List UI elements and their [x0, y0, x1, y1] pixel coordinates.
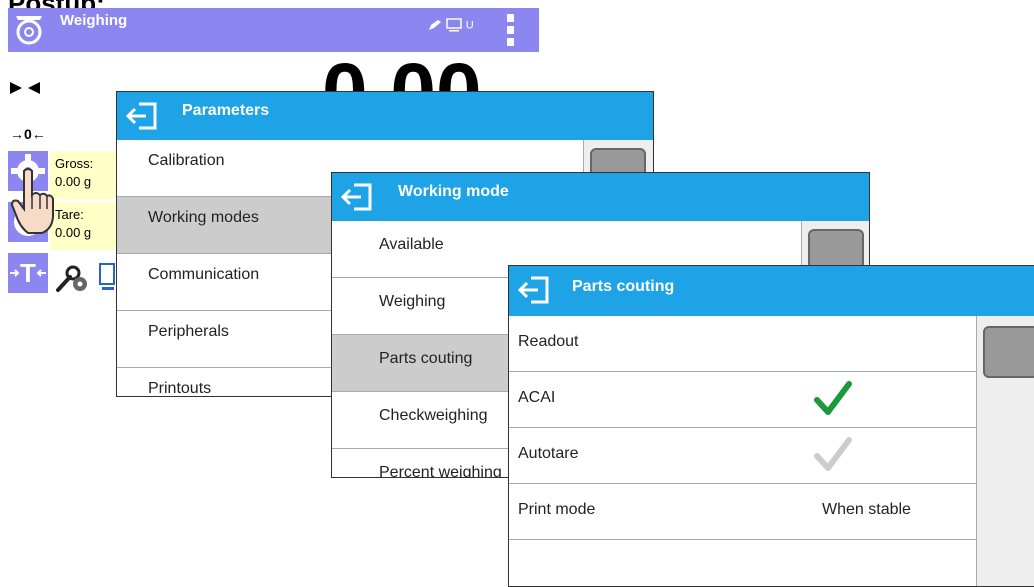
- setting-label: Autotare: [518, 445, 579, 462]
- device-icon[interactable]: [98, 262, 118, 294]
- back-icon[interactable]: [125, 100, 159, 132]
- working-mode-title-bar: Working mode: [332, 173, 869, 221]
- hand-pointer-icon: [10, 168, 54, 234]
- zero-indicator-icon: →0←: [10, 126, 46, 142]
- screen-title: Weighing: [60, 12, 128, 29]
- setting-label: ACAI: [518, 389, 556, 406]
- setting-label: Readout: [518, 333, 579, 350]
- list-item-label: Calibration: [148, 152, 225, 169]
- list-item-label: Parts couting: [379, 350, 473, 367]
- setting-row-empty[interactable]: [509, 540, 976, 586]
- tare-label: Tare:: [55, 207, 84, 222]
- setting-row-readout[interactable]: Readout: [509, 316, 976, 372]
- pencil-icon: [429, 20, 441, 31]
- tare-key-label: T: [20, 258, 36, 288]
- tare-key-t[interactable]: T: [8, 253, 48, 293]
- tools-icon[interactable]: [55, 260, 89, 294]
- gross-info: Gross: 0.00 g: [50, 151, 118, 199]
- panel-title: Parameters: [182, 102, 270, 119]
- list-item-label: Printouts: [148, 380, 212, 397]
- panel-title: Parts couting: [572, 278, 675, 295]
- list-item-label: Peripherals: [148, 323, 229, 340]
- tare-value: 0.00 g: [55, 225, 92, 240]
- list-item-label: Checkweighing: [379, 407, 488, 424]
- tare-info: Tare: 0.00 g: [50, 202, 118, 250]
- setting-row-acai[interactable]: ACAI: [509, 372, 976, 428]
- weighing-header: Weighing U: [8, 8, 539, 52]
- list-item-label: Working modes: [148, 209, 259, 226]
- status-icons: U: [428, 16, 474, 32]
- setting-row-autotare[interactable]: Autotare: [509, 428, 976, 484]
- setting-value: When stable: [822, 501, 911, 518]
- back-icon[interactable]: [340, 181, 374, 213]
- checkmark-enabled-icon: [814, 381, 852, 415]
- scrollbar[interactable]: [976, 316, 1034, 586]
- scroll-thumb[interactable]: [983, 326, 1034, 378]
- gross-value: 0.00 g: [55, 174, 92, 189]
- menu-dots-icon[interactable]: [507, 14, 515, 48]
- list-item-label: Weighing: [379, 293, 446, 310]
- stable-indicator-icon: [10, 82, 40, 94]
- list-item-label: Available: [379, 236, 444, 253]
- status-u: U: [465, 19, 474, 32]
- scale-icon: [16, 16, 42, 45]
- setting-label: Print mode: [518, 501, 596, 518]
- list-item-label: Percent weighing: [379, 464, 502, 478]
- parameters-title-bar: Parameters: [117, 92, 653, 140]
- gross-label: Gross:: [55, 156, 94, 171]
- back-icon[interactable]: [517, 274, 551, 306]
- parts-counting-panel: Parts couting Readout ACAI Autotare Prin…: [508, 265, 1034, 587]
- parts-counting-title-bar: Parts couting: [509, 266, 1034, 316]
- monitor-icon: [446, 18, 462, 32]
- panel-title: Working mode: [398, 183, 509, 200]
- list-item-label: Communication: [148, 266, 260, 283]
- checkmark-disabled-icon: [814, 437, 852, 471]
- setting-row-print-mode[interactable]: Print mode When stable: [509, 484, 976, 540]
